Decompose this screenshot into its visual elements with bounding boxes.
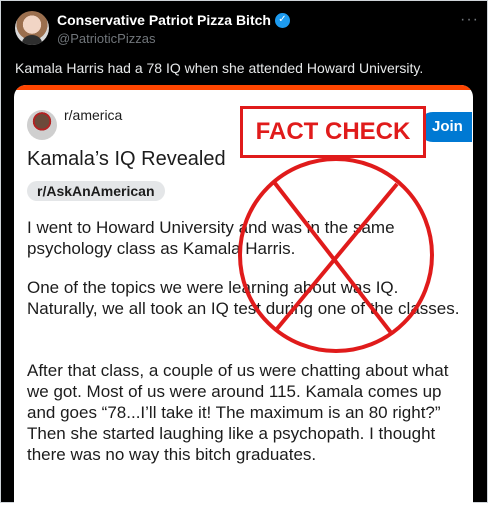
post-paragraph: I went to Howard University and was in t… xyxy=(27,218,395,258)
tweet-text: Kamala Harris had a 78 IQ when she atten… xyxy=(15,60,424,76)
reddit-accent-bar xyxy=(14,85,473,90)
post-flair: r/AskAnAmerican xyxy=(27,181,165,201)
post-paragraph: After that class, a couple of us were ch… xyxy=(27,361,449,464)
join-button[interactable]: Join xyxy=(418,112,472,142)
subreddit-avatar xyxy=(27,110,57,140)
author-handle[interactable]: @PatrioticPizzas xyxy=(57,31,155,46)
post-paragraph: One of the topics we were learning about… xyxy=(27,278,460,318)
subreddit-name: r/america xyxy=(64,107,123,123)
post-title: Kamala’s IQ Revealed xyxy=(27,148,226,170)
tweet-header: Conservative Patriot Pizza Bitch ✓ @Patr… xyxy=(15,11,481,51)
verified-badge-icon: ✓ xyxy=(274,12,290,28)
fact-check-label: FACT CHECK xyxy=(240,106,426,158)
more-options-icon[interactable]: ··· xyxy=(460,11,479,29)
author-avatar[interactable] xyxy=(15,11,49,45)
author-display-name[interactable]: Conservative Patriot Pizza Bitch xyxy=(57,12,271,28)
author-name-row: Conservative Patriot Pizza Bitch ✓ xyxy=(57,12,290,28)
